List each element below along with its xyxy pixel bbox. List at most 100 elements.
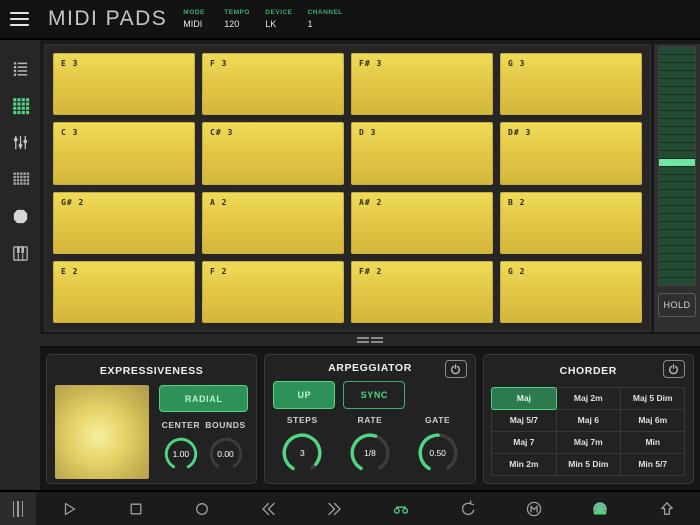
record-button[interactable] (189, 496, 215, 522)
chord-grid: Maj Maj 2m Maj 5 Dim Maj 5/7 Maj 6 Maj 6… (491, 386, 686, 476)
chord-button[interactable]: Maj 6 (555, 408, 622, 432)
fast-forward-icon (328, 502, 341, 515)
pad-note-label: D# 3 (508, 128, 532, 138)
topbar-field[interactable]: DEVICE LK (265, 9, 292, 29)
pad-note-label: F# 3 (359, 59, 383, 68)
pad[interactable]: G# 2 (53, 191, 195, 254)
metronome-button[interactable] (521, 496, 547, 522)
piano-keys-icon[interactable] (0, 235, 40, 272)
expression-xy-pad[interactable] (55, 385, 149, 479)
pad[interactable]: F# 3 (351, 53, 493, 116)
bottom-section: EXPRESSIVENESS RADIAL CENTER 1.00 BOUNDS… (40, 348, 700, 490)
chorder-title: CHORDER (559, 365, 617, 377)
pad[interactable]: A 2 (202, 191, 344, 254)
shift-up-icon (660, 501, 673, 515)
hamburger-menu-icon[interactable] (0, 11, 40, 27)
hold-button[interactable]: HOLD (658, 293, 696, 317)
chord-button[interactable]: Maj 7 (491, 430, 557, 454)
pad-note-label: A 2 (210, 197, 228, 207)
arp-sync-button[interactable]: SYNC (343, 381, 406, 409)
chord-button[interactable]: Min 2m (491, 452, 557, 476)
pad[interactable]: E 3 (53, 53, 195, 116)
pad[interactable]: D# 3 (500, 122, 642, 185)
rate-knob[interactable]: 1/8 (347, 430, 393, 476)
pad[interactable]: B 2 (500, 191, 642, 254)
chord-button[interactable]: Maj (491, 386, 557, 410)
pad[interactable]: C 3 (53, 122, 195, 185)
center-knob-label: CENTER (161, 420, 201, 430)
gate-knob-value: 0.50 (429, 448, 446, 458)
fast-forward-button[interactable] (322, 496, 348, 522)
stop-icon (130, 503, 142, 514)
chord-button[interactable]: Maj 7m (555, 430, 622, 454)
chord-button[interactable]: Maj 2m (555, 386, 622, 410)
topbar-field-label: TEMPO (224, 9, 250, 16)
topbar-fields: MODE MIDI TEMPO 120 DEVICE LK CHANNEL 1 (183, 9, 357, 29)
play-button[interactable] (56, 496, 82, 522)
topbar-field-value: 120 (224, 19, 240, 29)
steps-knob-value: 3 (299, 448, 305, 458)
pad[interactable]: F 2 (202, 260, 344, 323)
pad-note-label: E 2 (61, 266, 79, 276)
pad-grid: E 3 F 3 F# 3 G 3 C 3 C# 3 D 3 D# 3 G# 2 … (44, 44, 651, 332)
gate-knob[interactable]: 0.50 (415, 430, 461, 476)
topbar-field[interactable]: MODE MIDI (183, 9, 209, 29)
bounds-knob-label: BOUNDS (205, 420, 246, 430)
pad-note-label: F 2 (210, 266, 228, 276)
topbar-field-label: CHANNEL (307, 9, 343, 16)
chorder-power-button[interactable] (662, 360, 685, 378)
pad[interactable]: D 3 (351, 122, 493, 185)
radial-button[interactable]: RADIAL (159, 385, 249, 412)
topbar-field[interactable]: CHANNEL 1 (308, 9, 343, 29)
pad[interactable]: E 2 (53, 260, 195, 323)
arp-up-button[interactable]: UP (273, 381, 336, 409)
undo-button[interactable] (455, 496, 481, 522)
pads-grid-icon[interactable] (0, 87, 40, 124)
rate-knob-label: RATE (357, 415, 383, 425)
chord-button[interactable]: Maj 5 Dim (620, 386, 686, 410)
hexagon-icon[interactable] (0, 198, 40, 235)
stop-button[interactable] (123, 496, 149, 522)
chord-button[interactable]: Maj 5/7 (491, 408, 557, 432)
topbar-field-value: MIDI (183, 19, 203, 29)
pad-note-label: C 3 (61, 128, 79, 138)
pad-note-label: F# 2 (359, 266, 383, 276)
pad[interactable]: C# 3 (202, 122, 344, 185)
list-menu-icon[interactable] (0, 50, 40, 87)
pad-note-label: B 2 (508, 197, 526, 207)
steps-knob-label: STEPS (286, 415, 318, 425)
step-grid-icon[interactable] (0, 161, 40, 198)
chord-button[interactable]: Min 5/7 (620, 452, 686, 476)
loop-button[interactable] (388, 496, 414, 522)
topbar-field-value: LK (265, 19, 277, 29)
pad[interactable]: F 3 (202, 53, 344, 116)
pad[interactable]: F# 2 (351, 260, 493, 323)
pad[interactable]: G 3 (500, 53, 642, 116)
topbar-field-label: MODE (183, 9, 205, 16)
center-knob[interactable]: 1.00 (162, 435, 200, 473)
center-knob-value: 1.00 (172, 449, 190, 459)
faders-icon[interactable] (0, 124, 40, 161)
topbar-field-value: 1 (307, 19, 313, 29)
topbar-field[interactable]: TEMPO 120 (224, 9, 250, 29)
chord-button[interactable]: Min 5 Dim (555, 452, 622, 476)
power-icon (669, 363, 679, 374)
bounds-knob[interactable]: 0.00 (207, 435, 245, 473)
panel-resize-handle[interactable] (40, 332, 700, 348)
toolbar-drag-handle-icon[interactable] (0, 492, 36, 525)
midi-settings-button[interactable] (587, 496, 613, 522)
pad[interactable]: G 2 (500, 260, 642, 323)
shift-up-button[interactable] (654, 496, 680, 522)
chord-button[interactable]: Min (620, 430, 686, 454)
velocity-meter[interactable] (658, 46, 696, 286)
topbar-field-label: DEVICE (265, 9, 293, 16)
steps-knob[interactable]: 3 (279, 430, 325, 476)
sidebar (0, 40, 40, 490)
rewind-button[interactable] (255, 496, 281, 522)
arpeggiator-power-button[interactable] (444, 360, 467, 378)
chord-button[interactable]: Maj 6m (620, 408, 686, 432)
loop-icon (393, 506, 409, 514)
pad[interactable]: A# 2 (351, 191, 493, 254)
pad-note-label: G 3 (508, 59, 526, 68)
record-icon (196, 502, 208, 515)
